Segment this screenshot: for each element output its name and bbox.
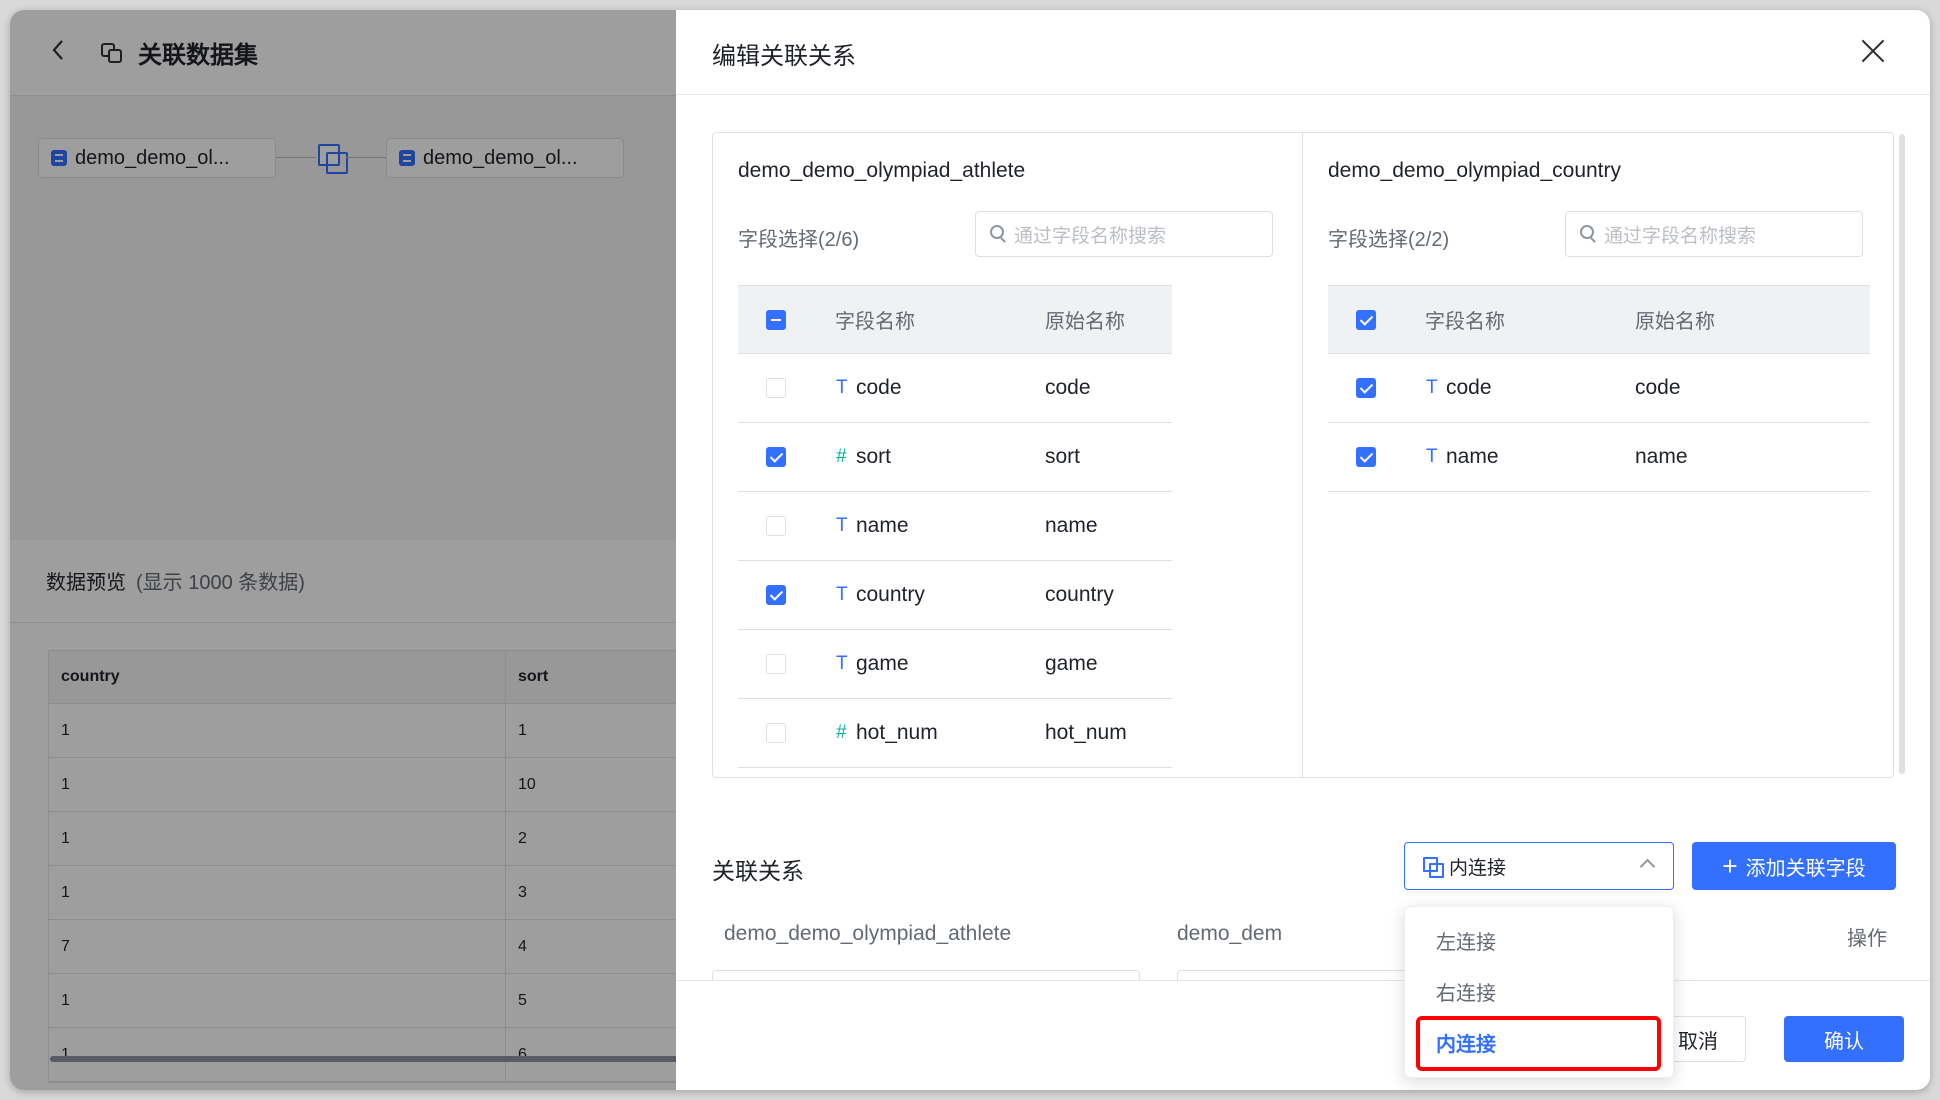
right-field-count: 字段选择(2/2)	[1328, 229, 1450, 251]
vertical-scrollbar[interactable]	[1899, 134, 1905, 774]
field-checkbox[interactable]	[1356, 378, 1376, 398]
field-checkbox[interactable]	[766, 378, 786, 398]
left-table-name: demo_demo_olympiad_athlete	[738, 159, 1026, 182]
field-original: game	[1045, 652, 1098, 675]
field-name: country	[856, 583, 925, 606]
relation-left-column: demo_demo_olympiad_athlete	[724, 922, 1012, 945]
search-placeholder: 通过字段名称搜索	[1604, 225, 1757, 247]
confirm-button[interactable]: 确认	[1784, 1016, 1904, 1062]
field-table-header: 字段名称 原始名称	[1328, 285, 1870, 354]
field-name: name	[1446, 445, 1499, 468]
highlight-box	[1416, 1016, 1661, 1071]
app-window: 关联数据集 demo_demo_ol... demo_demo_ol... 数据…	[10, 10, 1930, 1090]
dropdown-option-left-join[interactable]: 左连接	[1405, 917, 1675, 963]
column-header: 字段名称	[835, 311, 915, 333]
column-header: 原始名称	[1635, 311, 1715, 333]
divider	[676, 94, 1930, 95]
field-original: sort	[1045, 445, 1081, 468]
field-checkbox[interactable]	[766, 654, 786, 674]
relation-op-column: 操作	[1847, 928, 1887, 950]
text-type-icon: T	[836, 515, 848, 536]
right-table-panel: demo_demo_olympiad_country 字段选择(2/2) 通过字…	[1303, 133, 1870, 777]
field-original: hot_num	[1045, 721, 1127, 744]
text-type-icon: T	[1426, 377, 1438, 398]
left-table-panel: demo_demo_olympiad_athlete 字段选择(2/6) 通过字…	[713, 133, 1273, 777]
field-original: code	[1045, 376, 1091, 399]
text-type-icon: T	[836, 377, 848, 398]
field-row[interactable]: T code code	[1328, 354, 1870, 423]
field-name: name	[856, 514, 909, 537]
left-field-count: 字段选择(2/6)	[738, 229, 860, 251]
field-row[interactable]: T country country	[738, 561, 1172, 630]
field-original: code	[1635, 376, 1681, 399]
number-type-icon: #	[836, 446, 847, 467]
dropdown-option-right-join[interactable]: 右连接	[1405, 968, 1675, 1014]
add-button-label: 添加关联字段	[1745, 857, 1866, 880]
field-original: name	[1045, 514, 1098, 537]
select-all-checkbox[interactable]	[1356, 309, 1376, 330]
field-row[interactable]: T game game	[738, 630, 1172, 699]
edit-relation-drawer: 编辑关联关系 demo_demo_olympiad_athlete 字段选择(2…	[676, 10, 1930, 1090]
add-relation-field-button[interactable]: + 添加关联字段	[1692, 842, 1896, 890]
text-type-icon: T	[836, 584, 848, 605]
right-field-table: 字段名称 原始名称 T code code T name name	[1328, 285, 1870, 492]
left-field-table: 字段名称 原始名称 T code code # sort sort T name…	[738, 285, 1172, 768]
field-selection-box: demo_demo_olympiad_athlete 字段选择(2/6) 通过字…	[712, 132, 1894, 778]
field-row[interactable]: T code code	[738, 354, 1172, 423]
field-row[interactable]: # sort sort	[738, 423, 1172, 492]
field-original: name	[1635, 445, 1688, 468]
field-name: code	[856, 376, 902, 399]
column-header: 原始名称	[1045, 311, 1125, 333]
join-type-icon	[1423, 857, 1444, 878]
column-header: 字段名称	[1425, 311, 1505, 333]
field-name: hot_num	[856, 721, 938, 744]
right-search-input[interactable]: 通过字段名称搜索	[1565, 211, 1863, 257]
field-row[interactable]: # hot_num hot_num	[738, 699, 1172, 768]
field-row[interactable]: T name name	[738, 492, 1172, 561]
relation-right-column: demo_dem	[1177, 922, 1283, 945]
field-original: country	[1045, 583, 1114, 606]
search-icon	[1580, 225, 1594, 239]
plus-icon: +	[1722, 851, 1738, 881]
select-all-checkbox[interactable]	[766, 309, 786, 330]
join-type-value: 内连接	[1449, 857, 1507, 879]
field-checkbox[interactable]	[766, 585, 786, 605]
field-table-header: 字段名称 原始名称	[738, 285, 1172, 354]
field-name: game	[856, 652, 909, 675]
join-type-select[interactable]: 内连接	[1404, 842, 1674, 890]
field-checkbox[interactable]	[766, 723, 786, 743]
field-name: code	[1446, 376, 1492, 399]
field-checkbox[interactable]	[766, 516, 786, 536]
field-checkbox[interactable]	[766, 447, 786, 467]
field-row[interactable]: T name name	[1328, 423, 1870, 492]
field-checkbox[interactable]	[1356, 447, 1376, 467]
right-table-name: demo_demo_olympiad_country	[1328, 159, 1622, 182]
left-search-input[interactable]: 通过字段名称搜索	[975, 211, 1273, 257]
close-icon[interactable]	[1860, 38, 1886, 64]
field-name: sort	[856, 445, 892, 468]
search-icon	[990, 225, 1004, 239]
drawer-title: 编辑关联关系	[712, 43, 856, 70]
chevron-up-icon	[1639, 858, 1656, 875]
search-placeholder: 通过字段名称搜索	[1014, 225, 1167, 247]
number-type-icon: #	[836, 722, 847, 743]
text-type-icon: T	[836, 653, 848, 674]
text-type-icon: T	[1426, 446, 1438, 467]
relation-title: 关联关系	[712, 858, 804, 884]
